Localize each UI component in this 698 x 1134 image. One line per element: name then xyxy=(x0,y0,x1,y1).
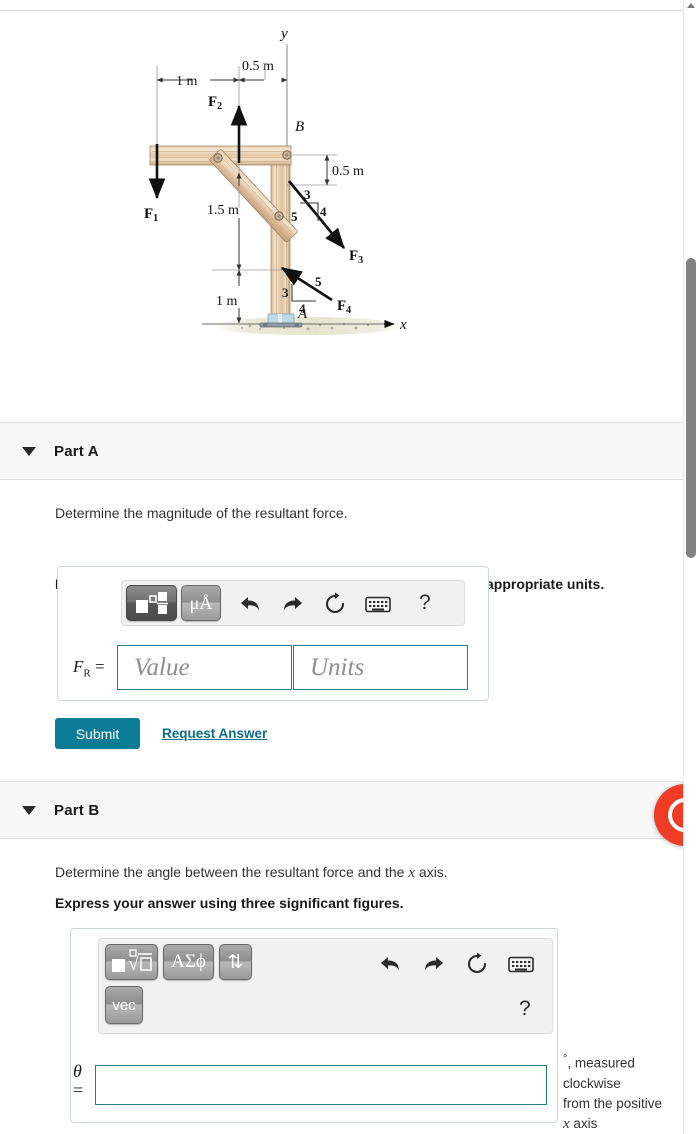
part-b-angle-input[interactable] xyxy=(95,1065,547,1105)
greek-symbols-button[interactable]: ΑΣϕ xyxy=(163,944,214,980)
part-a-equals: = xyxy=(94,657,105,676)
figure-x-axis-label: x xyxy=(399,317,407,333)
part-a-header[interactable]: Part A xyxy=(0,422,683,480)
figure-y-axis-label: y xyxy=(279,26,288,42)
units-note-line1: , measured xyxy=(567,1055,635,1071)
part-a-value-input[interactable]: Value xyxy=(117,645,292,690)
units-note-line2: clockwise xyxy=(563,1075,621,1091)
reset-icon[interactable] xyxy=(464,950,490,978)
part-a-request-answer-link[interactable]: Request Answer xyxy=(162,726,267,741)
part-b-toolbar: √ ΑΣϕ ⇅ vec ? xyxy=(98,938,553,1034)
page-root: x y 1 m 0.5 m F1 F2 B 0.5 m 3 4 5 F3 1.5… xyxy=(0,0,698,1134)
part-a-units-input[interactable]: Units xyxy=(293,645,468,690)
vector-button[interactable]: vec xyxy=(105,986,143,1024)
part-a-submit-button[interactable]: Submit xyxy=(55,718,140,749)
radical-template-button[interactable]: √ xyxy=(105,944,158,980)
part-b-variable-label: θ = xyxy=(73,1062,83,1100)
figure-f3-slope-5: 5 xyxy=(291,209,298,224)
part-b-var-name: θ xyxy=(73,1061,82,1081)
template-icon xyxy=(135,592,168,614)
part-b-instruction: Express your answer using three signific… xyxy=(55,895,404,911)
figure-dim-1m-bottom: 1 m xyxy=(216,294,238,309)
part-b-units-note: °, measured clockwise from the positive … xyxy=(563,1049,675,1134)
keyboard-icon[interactable] xyxy=(364,593,392,615)
figure-svg: x y 1 m 0.5 m F1 F2 B 0.5 m 3 4 5 F3 1.5… xyxy=(144,26,407,335)
part-b-prompt-pre: Determine the angle between the resultan… xyxy=(55,864,409,880)
undo-icon[interactable] xyxy=(377,951,403,977)
collapse-caret-icon[interactable] xyxy=(22,805,36,815)
figure-f4-slope-3: 3 xyxy=(282,285,289,300)
collapse-caret-icon[interactable] xyxy=(22,446,36,456)
part-b-header[interactable]: Part B xyxy=(0,781,683,839)
radical-icon: √ xyxy=(111,949,152,975)
units-note-line4-x: x xyxy=(563,1115,570,1132)
help-icon[interactable]: ? xyxy=(519,997,531,1021)
part-b-prompt: Determine the angle between the resultan… xyxy=(55,864,448,882)
part-a-variable-label: FR = xyxy=(73,657,105,679)
template-button[interactable] xyxy=(126,585,177,621)
part-a-toolbar: μÅ ? xyxy=(121,580,465,626)
figure-dim-1m-top: 1 m xyxy=(176,74,198,89)
figure-force-F4: F4 xyxy=(337,298,351,316)
part-a-units-placeholder: Units xyxy=(310,654,365,681)
part-a-value-placeholder: Value xyxy=(134,654,190,681)
part-a-title: Part A xyxy=(54,442,99,460)
figure-force-F1: F1 xyxy=(144,206,158,224)
scroll-up-arrow-icon[interactable] xyxy=(687,3,695,8)
figure-dim-05m-right: 0.5 m xyxy=(332,164,364,179)
part-a-var-name: F xyxy=(73,657,84,676)
keyboard-icon[interactable] xyxy=(507,953,535,975)
part-b-prompt-post: axis. xyxy=(415,864,448,880)
redo-icon[interactable] xyxy=(280,591,306,617)
units-note-line3: from the positive xyxy=(563,1095,663,1111)
figure-dim-05m-top: 0.5 m xyxy=(242,59,274,74)
undo-icon[interactable] xyxy=(237,591,263,617)
help-icon[interactable]: ? xyxy=(419,591,431,615)
part-a-var-sub: R xyxy=(83,667,91,680)
top-divider xyxy=(0,10,686,11)
problem-figure: x y 1 m 0.5 m F1 F2 B 0.5 m 3 4 5 F3 1.5… xyxy=(0,18,683,348)
reset-icon[interactable] xyxy=(322,590,348,618)
page-scrollbar[interactable] xyxy=(683,0,698,1134)
arrows-button[interactable]: ⇅ xyxy=(219,944,252,980)
figure-f3-slope-4: 4 xyxy=(320,204,327,219)
figure-point-A: A xyxy=(297,306,308,322)
figure-f4-slope-5: 5 xyxy=(315,274,322,289)
units-button[interactable]: μÅ xyxy=(181,585,221,621)
scrollbar-thumb[interactable] xyxy=(686,258,696,558)
part-b-prompt-x: x xyxy=(408,865,416,881)
figure-force-F3: F3 xyxy=(349,248,363,266)
figure-force-F2: F2 xyxy=(208,94,222,112)
redo-icon[interactable] xyxy=(421,951,447,977)
part-a-prompt: Determine the magnitude of the resultant… xyxy=(55,505,348,521)
figure-f3-slope-3: 3 xyxy=(304,187,311,202)
figure-dim-15m: 1.5 m xyxy=(207,203,239,218)
part-b-title: Part B xyxy=(54,801,100,819)
figure-point-B: B xyxy=(295,119,304,135)
units-note-line4-rest: axis xyxy=(569,1115,598,1131)
part-b-equals: = xyxy=(73,1080,84,1100)
